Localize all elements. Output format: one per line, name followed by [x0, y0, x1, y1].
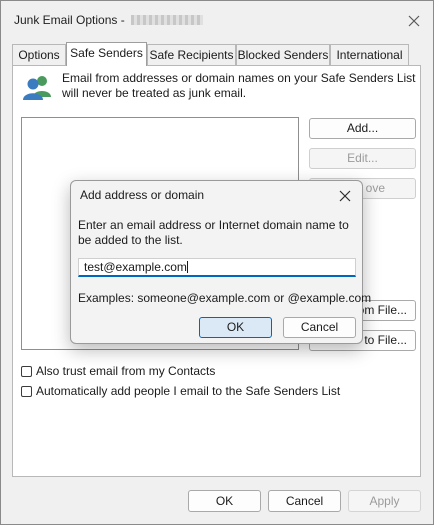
- safe-senders-description: Email from addresses or domain names on …: [62, 71, 416, 100]
- trust-contacts-checkbox[interactable]: [21, 366, 32, 377]
- tab-international[interactable]: International: [330, 44, 409, 65]
- dialog-examples: Examples: someone@example.com or @exampl…: [78, 291, 372, 305]
- tab-safe-recipients[interactable]: Safe Recipients: [147, 44, 236, 65]
- redacted-account-name: [130, 15, 203, 25]
- dialog-cancel-button[interactable]: Cancel: [283, 317, 356, 338]
- trust-contacts-option[interactable]: Also trust email from my Contacts: [21, 363, 215, 379]
- address-input[interactable]: test@example.com: [78, 258, 356, 277]
- window-title: Junk Email Options -: [14, 13, 203, 27]
- window-title-text: Junk Email Options -: [14, 13, 125, 27]
- trust-contacts-label: Also trust email from my Contacts: [36, 364, 216, 378]
- add-button[interactable]: Add...: [309, 118, 416, 139]
- tab-options[interactable]: Options: [12, 44, 66, 65]
- text-caret: [186, 261, 188, 273]
- window-close-button[interactable]: [404, 11, 424, 31]
- close-icon: [339, 190, 351, 202]
- dialog-close-button[interactable]: [334, 185, 356, 207]
- people-icon: [23, 76, 51, 100]
- address-input-value: test@example.com: [84, 260, 187, 274]
- add-address-dialog: Add address or domain Enter an email add…: [70, 180, 371, 344]
- cancel-button[interactable]: Cancel: [268, 490, 341, 512]
- auto-add-label: Automatically add people I email to the …: [36, 384, 341, 398]
- title-bar: Junk Email Options -: [1, 1, 433, 39]
- ok-button[interactable]: OK: [188, 490, 261, 512]
- tab-safe-senders[interactable]: Safe Senders: [66, 42, 147, 66]
- close-icon: [408, 15, 420, 27]
- dialog-prompt: Enter an email address or Internet domai…: [78, 218, 349, 247]
- auto-add-option[interactable]: Automatically add people I email to the …: [21, 383, 340, 399]
- edit-button[interactable]: Edit...: [309, 148, 416, 169]
- auto-add-checkbox[interactable]: [21, 386, 32, 397]
- dialog-ok-button[interactable]: OK: [199, 317, 272, 338]
- dialog-title: Add address or domain: [80, 188, 205, 202]
- apply-button[interactable]: Apply: [348, 490, 421, 512]
- tab-blocked-senders[interactable]: Blocked Senders: [236, 44, 330, 65]
